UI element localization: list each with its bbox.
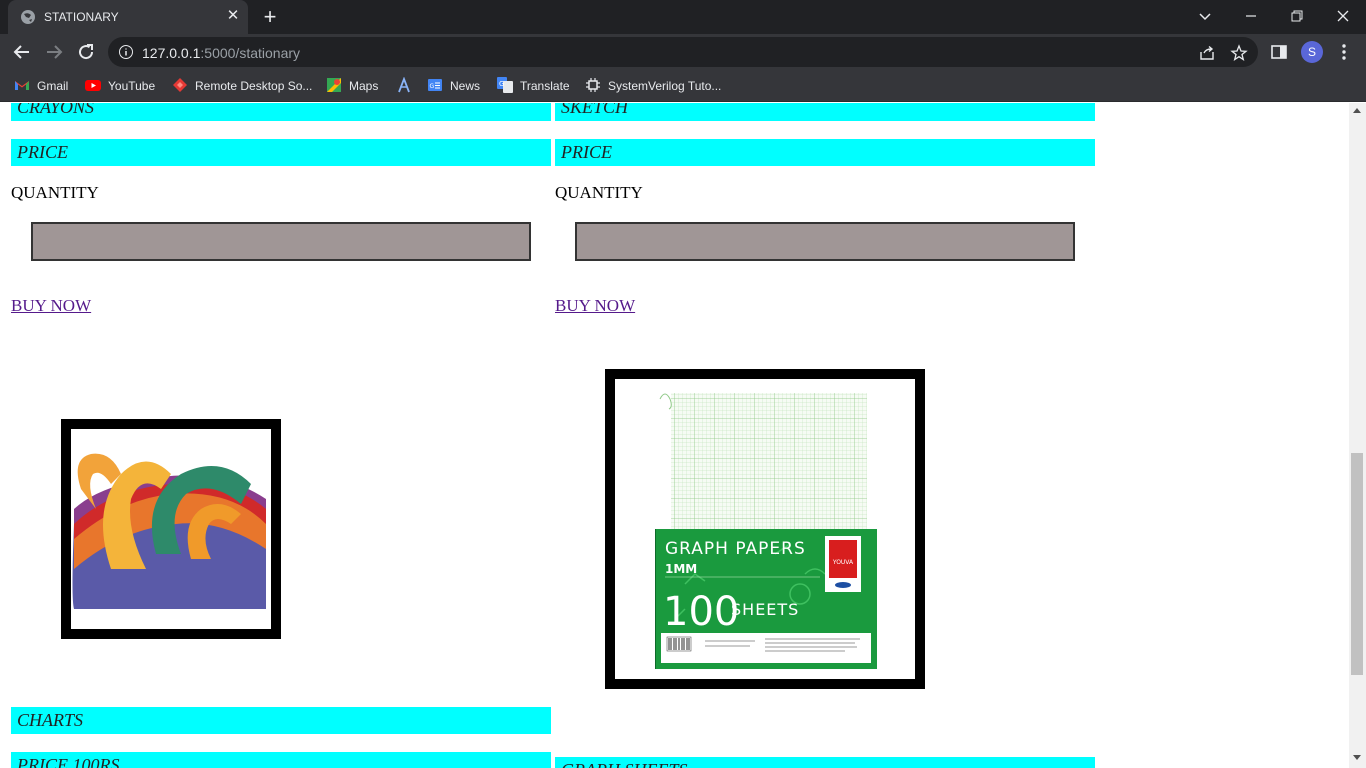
minimize-icon[interactable] [1239,4,1263,28]
price-label-charts: PRICE 100RS [11,752,551,768]
graph-sheets-text: SHEETS [731,600,799,619]
svg-text:G: G [430,83,435,90]
bookmark-maps[interactable]: Maps [326,76,378,96]
buy-now-link-crayons[interactable]: BUY NOW [11,296,91,316]
restore-icon[interactable] [1285,4,1309,28]
more-options-icon[interactable] [1334,42,1354,62]
colored-chart-papers-image [72,453,266,609]
bookmark-star-icon[interactable] [1230,44,1248,62]
bookmark-gmail[interactable]: Gmail [14,76,68,96]
product-name-sketch: SKETCH [555,103,1095,121]
new-tab-button[interactable]: + [258,5,282,29]
reload-icon[interactable] [74,40,98,64]
quantity-label-sketch: QUANTITY [555,183,643,202]
youva-brand-text: YOUVA [832,559,854,566]
tab-search-icon[interactable] [1193,4,1217,28]
graph-sheets-image-frame: GRAPH PAPERS 1MM 100 SHEETS YOUVA [605,369,925,689]
quantity-label-crayons: QUANTITY [11,183,99,202]
globe-icon [21,10,35,24]
share-icon[interactable] [1198,44,1216,62]
product-name-charts: CHARTS [11,707,551,734]
google-translate-icon: G [497,77,513,93]
bookmark-systemverilog[interactable]: SystemVerilog Tuto... [585,76,721,96]
gmail-icon [15,81,29,90]
scroll-down-arrow-icon[interactable] [1353,755,1361,760]
url-path: :5000/stationary [200,45,301,61]
maps-icon [327,78,341,92]
close-tab-icon[interactable]: ✕ [224,7,242,25]
chip-icon [586,78,600,92]
url-host: 127.0.0.1 [142,45,201,61]
price-label-sketch: PRICE [555,139,1095,166]
graph-papers-text: GRAPH PAPERS [665,539,806,559]
close-window-icon[interactable] [1331,4,1355,28]
profile-avatar[interactable]: S [1301,41,1323,63]
scroll-up-arrow-icon[interactable] [1353,108,1361,113]
tab-strip: STATIONARY ✕ + [0,0,1366,34]
bookmark-unnamed[interactable] [396,76,419,96]
address-bar[interactable]: 127.0.0.1:5000/stationary [108,37,1258,67]
page-viewport: CRAYONS PRICE QUANTITY BUY NOW SKETCH PR… [0,103,1349,768]
svg-text:G: G [499,80,504,88]
bookmark-translate[interactable]: G Translate [497,76,570,96]
price-label-crayons: PRICE [11,139,551,166]
side-panel-icon[interactable] [1270,43,1288,61]
info-icon[interactable] [118,44,134,60]
graph-papers-image: GRAPH PAPERS 1MM 100 SHEETS YOUVA [655,393,877,669]
bookmark-remote-desktop[interactable]: Remote Desktop So... [172,76,312,96]
browser-toolbar: 127.0.0.1:5000/stationary S [0,34,1366,70]
scrollbar-thumb[interactable] [1351,453,1363,675]
back-arrow-icon[interactable] [10,40,34,64]
page-scrollbar[interactable] [1349,103,1366,768]
bookmarks-bar: Gmail YouTube Remote Desktop So... Maps … [0,70,1366,102]
quantity-input-sketch[interactable] [575,222,1075,261]
youtube-icon [85,80,101,91]
browser-tab[interactable]: STATIONARY ✕ [8,0,248,34]
buy-now-link-sketch[interactable]: BUY NOW [555,296,635,316]
quantity-input-crayons[interactable] [31,222,531,261]
product-name-crayons: CRAYONS [11,103,551,121]
graph-100-text: 100 [663,589,739,635]
remote-desktop-icon [173,78,187,92]
graph-1mm-text: 1MM [665,562,697,576]
product-name-graph-sheets: GRAPH SHEETS [555,757,1095,768]
url-text: 127.0.0.1:5000/stationary [142,45,300,61]
forward-arrow-icon[interactable] [42,40,66,64]
google-news-icon: G [428,79,442,91]
tab-title: STATIONARY [44,10,119,24]
bookmark-youtube[interactable]: YouTube [85,76,155,96]
bookmark-news[interactable]: G News [427,76,480,96]
charts-image-frame [61,419,281,639]
compass-logo-icon [398,77,410,93]
